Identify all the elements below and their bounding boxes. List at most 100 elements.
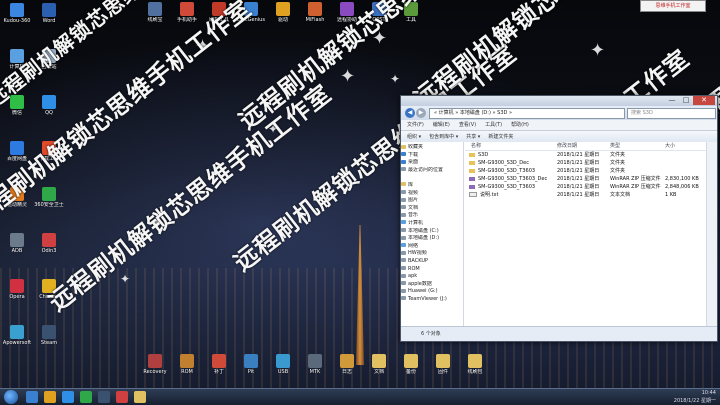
- icon-label: MiFlash: [305, 17, 325, 23]
- toolbar-button[interactable]: 包含到库中 ▾: [429, 134, 458, 140]
- file-row[interactable]: SM-G9300_S3D_T3603 2018/1/21 星期日 WinRAR ZI…: [465, 183, 707, 191]
- taskbar-app-icon[interactable]: [62, 391, 74, 403]
- nav-item[interactable]: apple数据: [401, 281, 463, 289]
- text-file-icon: [469, 192, 477, 197]
- icon-label: 备份: [405, 369, 416, 375]
- desktop_icons-icon-item[interactable]: Odin3: [34, 233, 64, 267]
- file-list-header: 名称 修改日期 类型 大小: [465, 142, 707, 151]
- nav-item[interactable]: 图片: [401, 197, 463, 205]
- menu-bar: 文件(F) 编辑(E) 查看(V) 工具(T) 帮助(H): [401, 120, 717, 131]
- nav-item[interactable]: ROM: [401, 266, 463, 274]
- menu-item[interactable]: 查看(V): [459, 122, 476, 128]
- file-size: 1 KB: [665, 192, 677, 198]
- app-icon: [42, 187, 56, 201]
- minimize-button[interactable]: —: [665, 96, 679, 105]
- toolbar-button[interactable]: 组织 ▾: [407, 134, 421, 140]
- bottom_icons-icon-item[interactable]: USB: [268, 354, 298, 388]
- bottom_icons-icon-item[interactable]: 固件: [428, 354, 458, 388]
- taskbar-app-icon[interactable]: [80, 391, 92, 403]
- toolbar-button[interactable]: 共享 ▾: [466, 134, 480, 140]
- taskbar-app-icon[interactable]: [26, 391, 38, 403]
- desktop_icons-icon-item[interactable]: Opera: [2, 279, 32, 313]
- bottom_icons-icon-item[interactable]: 文档: [364, 354, 394, 388]
- bottom_icons-icon-item[interactable]: MTK: [300, 354, 330, 388]
- icon-label: Opera: [9, 294, 25, 300]
- explorer-window[interactable]: — □ ✕ ◀ ▶ « 计算机 » 本地磁盘 (D:) » S3D » 搜索 S…: [400, 95, 718, 342]
- nav-item[interactable]: 计算机: [401, 220, 463, 228]
- app-icon: [10, 279, 24, 293]
- nav-item[interactable]: 视频: [401, 190, 463, 198]
- nav-item[interactable]: 下载: [401, 152, 463, 160]
- file-row[interactable]: SM-G9300_S3D_Dec 2018/1/21 星期日 文件夹: [465, 159, 707, 167]
- top_icons-icon-item[interactable]: 线刷宝: [140, 2, 170, 36]
- bottom_icons-icon-item[interactable]: Recovery: [140, 354, 170, 388]
- nav-item[interactable]: Huawei (G:): [401, 288, 463, 296]
- file-row[interactable]: SM-G9300_S3D_T3603 2018/1/21 星期日 文件夹: [465, 167, 707, 175]
- desktop_icons-icon-item[interactable]: 360安全卫士: [34, 187, 64, 221]
- start-button[interactable]: [4, 390, 18, 404]
- menu-item[interactable]: 文件(F): [407, 122, 424, 128]
- desktop_icons-icon-item[interactable]: Kudou-360: [2, 3, 32, 37]
- nav-item-label: apple数据: [408, 280, 432, 287]
- taskbar-app-icon[interactable]: [134, 391, 146, 403]
- nav-item[interactable]: 最近访问的位置: [401, 167, 463, 175]
- desktop_icons-icon-item[interactable]: ADB: [2, 233, 32, 267]
- address-bar[interactable]: « 计算机 » 本地磁盘 (D:) » S3D »: [429, 108, 625, 119]
- window-titlebar[interactable]: — □ ✕: [401, 96, 717, 106]
- maximize-button[interactable]: □: [679, 96, 693, 105]
- menu-item[interactable]: 帮助(H): [511, 122, 529, 128]
- app-icon: [10, 233, 24, 247]
- menu-item[interactable]: 工具(T): [485, 122, 502, 128]
- file-row[interactable]: SM-G9300_S3D_T3603_Dec 2018/1/21 星期日 WinRA…: [465, 175, 707, 183]
- system-clock[interactable]: 10:44 2018/1/22 星期一: [674, 389, 716, 405]
- file-row[interactable]: 说明.txt 2018/1/21 星期日 文本文档 1 KB: [465, 191, 707, 199]
- back-button[interactable]: ◀: [405, 108, 415, 118]
- desktop_icons-icon-item[interactable]: QQ: [34, 95, 64, 129]
- file-date: 2018/1/21 星期日: [557, 176, 600, 182]
- top_icons-icon-item[interactable]: MiFlash: [300, 2, 330, 36]
- nav-item[interactable]: 本地磁盘 (C:): [401, 228, 463, 236]
- toolbar-button[interactable]: 新建文件夹: [488, 134, 513, 140]
- nav-item[interactable]: 库: [401, 182, 463, 190]
- taskbar-app-icon[interactable]: [44, 391, 56, 403]
- nav-item[interactable]: 桌面: [401, 159, 463, 167]
- vertical-scrollbar[interactable]: [706, 142, 717, 327]
- nav-item-label: 文档: [408, 204, 419, 211]
- icon-label: QQ: [45, 110, 53, 116]
- desktop_icons-icon-item[interactable]: Apowersoft: [2, 325, 32, 359]
- column-header-size[interactable]: 大小: [665, 142, 675, 150]
- app-icon: [148, 354, 162, 368]
- bottom_icons-icon-item[interactable]: 补丁: [204, 354, 234, 388]
- taskbar-app-icon[interactable]: [98, 391, 110, 403]
- nav-item[interactable]: [401, 174, 463, 182]
- taskbar-app-icon[interactable]: [116, 391, 128, 403]
- nav-item[interactable]: HW视频: [401, 250, 463, 258]
- bottom_icons-icon-item[interactable]: 线刷包: [460, 354, 490, 388]
- folder-icon: [401, 159, 406, 164]
- nav-item[interactable]: 本地磁盘 (D:): [401, 235, 463, 243]
- desktop_icons-icon-item[interactable]: Steam: [34, 325, 64, 359]
- nav-item[interactable]: apk: [401, 273, 463, 281]
- folder-icon: [401, 273, 406, 278]
- search-input[interactable]: 搜索 S3D: [627, 108, 716, 119]
- bottom_icons-icon-item[interactable]: ROM: [172, 354, 202, 388]
- nav-item[interactable]: 文档: [401, 205, 463, 213]
- column-header-type[interactable]: 类型: [610, 142, 620, 150]
- column-header-name[interactable]: 名称: [471, 142, 481, 150]
- column-header-date[interactable]: 修改日期: [557, 142, 577, 150]
- nav-item[interactable]: 网络: [401, 243, 463, 251]
- menu-item[interactable]: 编辑(E): [433, 122, 450, 128]
- nav-item[interactable]: 收藏夹: [401, 144, 463, 152]
- bottom_icons-icon-item[interactable]: Pit: [236, 354, 266, 388]
- forward-button[interactable]: ▶: [416, 108, 426, 118]
- bottom_icons-icon-item[interactable]: 日志: [332, 354, 362, 388]
- nav-item[interactable]: BACKUP: [401, 258, 463, 266]
- icon-label: 360安全卫士: [34, 202, 64, 208]
- nav-item[interactable]: TeamViewer (J:): [401, 296, 463, 304]
- bottom_icons-icon-item[interactable]: 备份: [396, 354, 426, 388]
- app-icon: [308, 354, 322, 368]
- nav-item[interactable]: 音乐: [401, 212, 463, 220]
- close-button[interactable]: ✕: [693, 96, 715, 105]
- top_icons-icon-item[interactable]: 驱动: [268, 2, 298, 36]
- file-row[interactable]: S3D 2018/1/21 星期日 文件夹: [465, 151, 707, 159]
